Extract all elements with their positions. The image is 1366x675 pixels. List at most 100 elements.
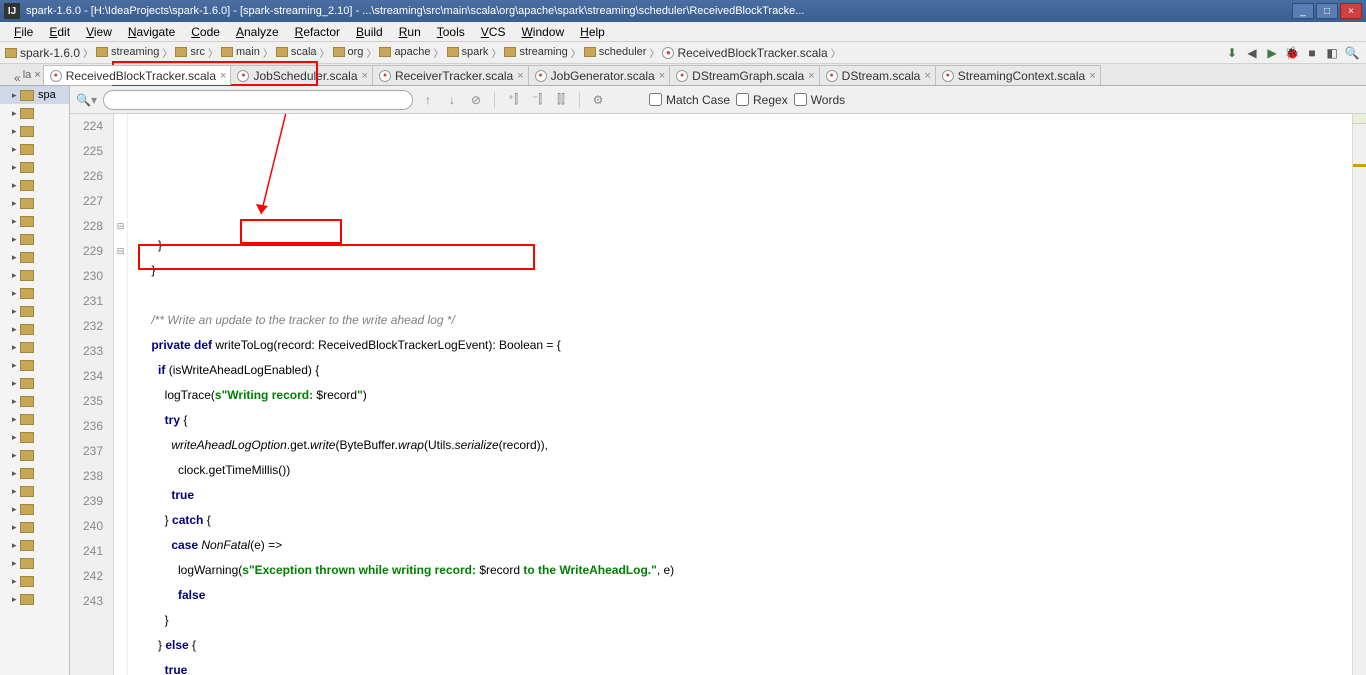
code-line[interactable]: } catch { xyxy=(128,508,1352,533)
minimize-button[interactable]: _ xyxy=(1292,3,1314,19)
fold-handle[interactable] xyxy=(114,164,127,189)
fold-handle[interactable] xyxy=(114,114,127,139)
tree-row[interactable]: ▸ xyxy=(0,536,69,554)
fold-handle[interactable] xyxy=(114,539,127,564)
editor-tab[interactable]: ●DStream.scala× xyxy=(819,65,936,85)
tree-row[interactable]: ▸ xyxy=(0,392,69,410)
menu-edit[interactable]: Edit xyxy=(41,23,78,41)
code-line[interactable] xyxy=(128,283,1352,308)
breadcrumb-segment[interactable]: apache xyxy=(378,46,431,58)
menu-build[interactable]: Build xyxy=(348,23,391,41)
menu-help[interactable]: Help xyxy=(572,23,613,41)
breadcrumb-segment[interactable]: streaming xyxy=(95,46,160,58)
tree-row[interactable]: ▸ xyxy=(0,464,69,482)
code-line[interactable]: false xyxy=(128,583,1352,608)
tree-row[interactable]: ▸ xyxy=(0,104,69,122)
fold-handle[interactable] xyxy=(114,564,127,589)
menu-analyze[interactable]: Analyze xyxy=(228,23,287,41)
breadcrumb-file[interactable]: ●ReceivedBlockTracker.scala xyxy=(661,46,828,60)
tree-row[interactable]: ▸ xyxy=(0,572,69,590)
menu-code[interactable]: Code xyxy=(183,23,228,41)
editor-tab[interactable]: ●JobGenerator.scala× xyxy=(528,65,671,85)
tree-row[interactable]: ▸ xyxy=(0,158,69,176)
code-line[interactable]: logWarning(s"Exception thrown while writ… xyxy=(128,558,1352,583)
fold-handle[interactable] xyxy=(114,464,127,489)
menu-file[interactable]: File xyxy=(6,23,41,41)
tree-row[interactable]: ▸ xyxy=(0,266,69,284)
tree-row[interactable]: ▸ xyxy=(0,176,69,194)
code-line[interactable]: } xyxy=(128,608,1352,633)
fold-handle[interactable]: ⊟ xyxy=(114,214,127,239)
editor-tab[interactable]: ●ReceiverTracker.scala× xyxy=(372,65,529,85)
breadcrumb-segment[interactable]: main xyxy=(220,46,261,58)
code-line[interactable]: private def writeToLog(record: ReceivedB… xyxy=(128,333,1352,358)
truncated-tab-label[interactable]: la × xyxy=(21,65,43,85)
tree-row[interactable]: ▸ xyxy=(0,212,69,230)
code-line[interactable]: logTrace(s"Writing record: $record") xyxy=(128,383,1352,408)
editor-tab[interactable]: ●ReceivedBlockTracker.scala× xyxy=(43,65,232,85)
tree-row[interactable]: ▸ xyxy=(0,122,69,140)
code-line[interactable]: case NonFatal(e) => xyxy=(128,533,1352,558)
editor-tab[interactable]: ●DStreamGraph.scala× xyxy=(669,65,819,85)
breadcrumb-segment[interactable]: org xyxy=(332,46,365,58)
tree-row[interactable]: ▸ xyxy=(0,356,69,374)
next-match-icon[interactable]: ↓ xyxy=(443,91,461,109)
tree-row[interactable]: ▸ xyxy=(0,500,69,518)
breadcrumb-root[interactable]: spark-1.6.0 xyxy=(4,46,81,60)
tree-row[interactable]: ▸ xyxy=(0,302,69,320)
tree-row[interactable]: ▸ xyxy=(0,446,69,464)
close-tab-icon[interactable]: × xyxy=(1089,70,1095,82)
search-input[interactable] xyxy=(103,90,413,110)
code-line[interactable]: if (isWriteAheadLogEnabled) { xyxy=(128,358,1352,383)
match-case-checkbox[interactable]: Match Case xyxy=(649,93,730,107)
close-tab-icon[interactable]: × xyxy=(808,70,814,82)
filter-icon[interactable]: ⚙ xyxy=(589,91,607,109)
tree-row[interactable]: ▸ xyxy=(0,554,69,572)
close-tab-icon[interactable]: × xyxy=(362,70,368,82)
tree-row[interactable]: ▸ xyxy=(0,590,69,608)
project-tree[interactable]: ▸spa ▸▸▸▸▸▸▸▸▸▸▸▸▸▸▸▸▸▸▸▸▸▸▸▸▸▸▸▸ xyxy=(0,86,70,675)
code-line[interactable]: true xyxy=(128,483,1352,508)
tree-row[interactable]: ▸ xyxy=(0,410,69,428)
code-line[interactable]: } xyxy=(128,233,1352,258)
editor-tab[interactable]: ●StreamingContext.scala× xyxy=(935,65,1101,85)
prev-match-icon[interactable]: ↑ xyxy=(419,91,437,109)
fold-handle[interactable] xyxy=(114,589,127,614)
code-line[interactable]: writeAheadLogOption.get.write(ByteBuffer… xyxy=(128,433,1352,458)
tree-row[interactable]: ▸ xyxy=(0,428,69,446)
breadcrumb-segment[interactable]: spark xyxy=(446,46,490,58)
words-checkbox[interactable]: Words xyxy=(794,93,845,107)
code-line[interactable]: clock.getTimeMillis()) xyxy=(128,458,1352,483)
close-button[interactable]: × xyxy=(1340,3,1362,19)
menu-refactor[interactable]: Refactor xyxy=(287,23,348,41)
collapse-icon[interactable]: « xyxy=(14,71,21,85)
tree-row[interactable]: ▸ xyxy=(0,230,69,248)
fold-handle[interactable] xyxy=(114,264,127,289)
fold-handle[interactable]: ⊟ xyxy=(114,239,127,264)
maximize-button[interactable]: □ xyxy=(1316,3,1338,19)
fold-handle[interactable] xyxy=(114,489,127,514)
prev-icon[interactable]: ◀ xyxy=(1243,44,1261,62)
code-line[interactable]: } xyxy=(128,258,1352,283)
fold-handle[interactable] xyxy=(114,289,127,314)
code-line[interactable]: } else { xyxy=(128,633,1352,658)
remove-selection-icon[interactable]: ⁻⫿ xyxy=(528,91,546,109)
select-all-icon[interactable]: ⫿⫿ xyxy=(552,91,570,109)
fold-handle[interactable] xyxy=(114,389,127,414)
menu-vcs[interactable]: VCS xyxy=(473,23,514,41)
fold-handle[interactable] xyxy=(114,339,127,364)
menu-window[interactable]: Window xyxy=(513,23,572,41)
tree-row[interactable]: ▸ xyxy=(0,482,69,500)
close-tab-icon[interactable]: × xyxy=(220,70,226,82)
exclude-icon[interactable]: ⊘ xyxy=(467,91,485,109)
fold-handle[interactable] xyxy=(114,189,127,214)
fold-gutter[interactable]: ⊟⊟ xyxy=(114,114,128,675)
fold-handle[interactable] xyxy=(114,439,127,464)
run-icon[interactable]: ▶ xyxy=(1263,44,1281,62)
layout-icon[interactable]: ◧ xyxy=(1323,44,1341,62)
breadcrumb-segment[interactable]: scheduler xyxy=(583,46,648,58)
tree-row[interactable]: ▸ xyxy=(0,518,69,536)
menu-navigate[interactable]: Navigate xyxy=(120,23,183,41)
add-selection-icon[interactable]: ⁺⫿ xyxy=(504,91,522,109)
stop-icon[interactable]: ■ xyxy=(1303,44,1321,62)
